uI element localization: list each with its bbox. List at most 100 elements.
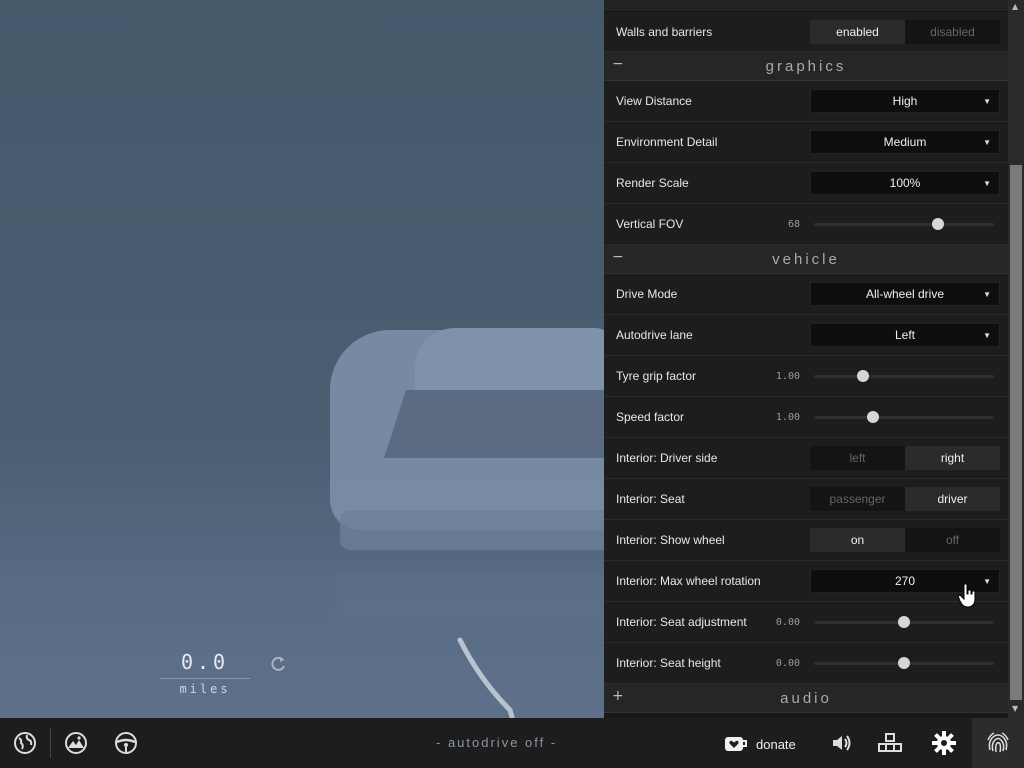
steering-wheel-icon[interactable] [113,730,139,756]
setting-environment-detail: Environment Detail Medium ▼ [604,122,1008,163]
setting-render-scale: Render Scale 100% ▼ [604,163,1008,204]
setting-label: Walls and barriers [616,24,713,39]
car-bumper [340,510,620,550]
setting-value: 0.00 [775,616,800,628]
slider-thumb[interactable] [932,218,945,230]
tyre-grip-slider[interactable] [814,364,994,388]
select-value: Medium [883,135,927,149]
setting-value: 1.00 [775,370,800,382]
slider-track [814,416,994,419]
setting-label: Interior: Seat [616,492,685,506]
heart-icon [725,737,747,751]
setting-label: Interior: Seat adjustment [616,615,747,629]
setting-walls-barriers: Walls and barriers enabled disabled [604,12,1008,52]
setting-value: 0.00 [775,657,800,669]
slider-thumb[interactable] [867,411,880,423]
odometer-value: 0.0 [180,650,230,674]
environment-detail-select[interactable]: Medium ▼ [810,130,1000,154]
refresh-icon[interactable] [268,654,288,674]
drive-mode-select[interactable]: All-wheel drive ▼ [810,282,1000,306]
setting-value: 68 [787,218,800,230]
section-audio[interactable]: + audio [604,684,1008,713]
seat-passenger-option[interactable]: passenger [810,487,905,511]
slider-thumb[interactable] [898,616,910,628]
walls-enabled-option[interactable]: enabled [810,19,905,44]
setting-label: Autodrive lane [616,328,693,342]
setting-tyre-grip: Tyre grip factor 1.00 [604,356,1008,397]
setting-max-wheel-rotation: Interior: Max wheel rotation 270 ▼ [604,561,1008,602]
donate-label: donate [756,736,796,752]
section-vehicle[interactable]: − vehicle [604,245,1008,274]
scroll-up-icon[interactable]: ▲ [1012,2,1018,11]
section-graphics[interactable]: − graphics [604,52,1008,81]
setting-autodrive-lane: Autodrive lane Left ▼ [604,315,1008,356]
section-title: vehicle [772,250,840,268]
setting-view-distance: View Distance High ▼ [604,81,1008,122]
donate-button[interactable]: donate [724,730,796,758]
vertical-fov-slider[interactable] [814,212,994,236]
driver-side-right-option[interactable]: right [905,446,1000,470]
setting-label: Interior: Seat height [616,656,721,670]
globe-icon[interactable] [12,730,38,756]
seat-toggle: passenger driver [810,487,1000,511]
setting-seat: Interior: Seat passenger driver [604,479,1008,520]
setting-label: Interior: Show wheel [616,533,725,547]
setting-label: Interior: Driver side [616,451,718,465]
setting-driver-side: Interior: Driver side left right [604,438,1008,479]
scroll-down-icon[interactable]: ▼ [1012,704,1018,713]
collapse-icon[interactable]: − [612,249,624,265]
expand-icon[interactable]: + [612,688,624,704]
slider-track [814,375,994,378]
select-value: High [892,94,918,108]
setting-seat-adjustment: Interior: Seat adjustment 0.00 [604,602,1008,643]
dropdown-arrow-icon: ▼ [983,330,991,340]
panel-top-edge [604,0,1008,12]
slider-thumb[interactable] [898,657,910,669]
driver-side-toggle: left right [810,446,1000,470]
collapse-icon[interactable]: − [612,56,624,72]
autodrive-status[interactable]: - autodrive off - [436,735,557,750]
speaker-icon[interactable] [829,730,855,756]
dropdown-arrow-icon: ▼ [983,289,991,299]
mountains-icon[interactable] [63,730,89,756]
setting-label: Render Scale [616,176,689,190]
driver-side-left-option[interactable]: left [810,446,905,470]
odometer-unit: miles [160,678,250,696]
setting-label: Drive Mode [616,287,678,301]
autodrive-lane-select[interactable]: Left ▼ [810,323,1000,347]
render-scale-select[interactable]: 100% ▼ [810,171,1000,195]
select-value: 270 [894,574,916,588]
scrollbar-thumb[interactable] [1010,165,1022,700]
setting-label: Tyre grip factor [616,369,697,383]
dropdown-arrow-icon: ▼ [983,576,991,586]
panel-scrollbar[interactable]: ▲ ▼ [1008,0,1024,718]
dropdown-arrow-icon: ▼ [983,178,991,188]
seat-driver-option[interactable]: driver [905,487,1000,511]
setting-vertical-fov: Vertical FOV 68 [604,204,1008,245]
speed-factor-slider[interactable] [814,405,994,429]
select-value: All-wheel drive [865,287,945,301]
select-value: 100% [889,176,921,190]
walls-disabled-option[interactable]: disabled [905,19,1000,44]
section-title: graphics [765,57,847,75]
section-title: audio [780,689,832,707]
show-wheel-toggle: on off [810,528,1000,552]
fingerprint-icon[interactable] [985,730,1011,756]
setting-seat-height: Interior: Seat height 0.00 [604,643,1008,684]
slider-thumb[interactable] [856,370,869,382]
car-window [383,390,637,458]
dropdown-arrow-icon: ▼ [983,137,991,147]
setting-speed-factor: Speed factor 1.00 [604,397,1008,438]
show-wheel-on-option[interactable]: on [810,528,905,552]
blocks-icon[interactable] [877,730,903,756]
select-value: Left [894,328,915,342]
setting-drive-mode: Drive Mode All-wheel drive ▼ [604,274,1008,315]
view-distance-select[interactable]: High ▼ [810,89,1000,113]
seat-height-slider[interactable] [814,651,994,675]
gear-icon[interactable] [931,730,957,756]
show-wheel-off-option[interactable]: off [905,528,1000,552]
seat-adjustment-slider[interactable] [814,610,994,634]
odometer: 0.0 miles [160,650,250,696]
settings-panel: Walls and barriers enabled disabled − gr… [604,0,1008,718]
setting-label: View Distance [616,94,692,108]
